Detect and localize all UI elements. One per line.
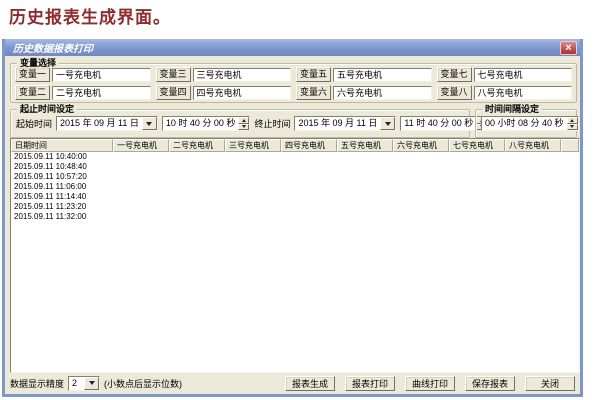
end-time-value: 11 时 40 分 00 秒 — [401, 117, 476, 130]
start-time-value: 10 时 40 分 00 秒 — [163, 117, 239, 130]
variable-8-field[interactable]: 八号充电机 — [474, 86, 572, 100]
end-time-label: 终止时间 — [254, 117, 290, 130]
table-row: 2015.09.11 11:32:00 — [11, 212, 579, 222]
variable-pair-4: 变量四 四号充电机 — [156, 85, 292, 100]
variable-2-field[interactable]: 二号充电机 — [52, 86, 150, 100]
column-header-charger-8[interactable]: 八号充电机 — [505, 139, 561, 152]
variable-7-field[interactable]: 七号充电机 — [474, 68, 572, 82]
end-date-combo[interactable]: 2015 年 09 月 11 日 — [294, 116, 396, 131]
variable-3-field[interactable]: 三号充电机 — [193, 68, 291, 82]
variable-row-2: 变量二 二号充电机 变量四 四号充电机 变量六 六号充电机 变量八 八号充电机 — [11, 85, 576, 100]
table-row: 2015.09.11 10:40:00 — [11, 152, 579, 162]
column-header-charger-1[interactable]: 一号充电机 — [113, 139, 169, 152]
variable-pair-7: 变量七 七号充电机 — [437, 67, 573, 82]
print-report-button[interactable]: 报表打印 — [345, 376, 395, 391]
variable-6-button[interactable]: 变量六 — [296, 85, 331, 100]
close-button[interactable]: 关闭 — [525, 376, 575, 391]
interval-group: 时间间隔设定 00 小时 08 分 40 秒 — [475, 109, 577, 138]
dialog-title: 历史数据报表打印 — [13, 40, 560, 55]
precision-combo[interactable]: 2 — [68, 376, 100, 391]
variable-5-button[interactable]: 变量五 — [296, 67, 331, 82]
column-header-charger-5[interactable]: 五号充电机 — [337, 139, 393, 152]
variable-1-field[interactable]: 一号充电机 — [52, 68, 150, 82]
table-row: 2015.09.11 11:06:00 — [11, 182, 579, 192]
precision-value: 2 — [69, 377, 84, 390]
table-row: 2015.09.11 10:48:40 — [11, 162, 579, 172]
end-date-value: 2015 年 09 月 11 日 — [295, 117, 380, 130]
table-row: 2015.09.11 11:14:40 — [11, 192, 579, 202]
precision-note: (小数点后显示位数) — [104, 377, 182, 390]
variable-pair-8: 变量八 八号充电机 — [437, 85, 573, 100]
chevron-down-icon[interactable] — [142, 117, 157, 130]
dialog-client-area: 变量选择 变量一 一号充电机 变量三 三号充电机 变量五 五号充电机 变量七 七… — [5, 56, 580, 394]
variable-pair-1: 变量一 一号充电机 — [15, 67, 151, 82]
start-time-label: 起始时间 — [16, 117, 52, 130]
interval-spinner[interactable]: 00 小时 08 分 40 秒 — [481, 116, 579, 131]
variable-6-field[interactable]: 六号充电机 — [333, 86, 431, 100]
generate-report-button[interactable]: 报表生成 — [285, 376, 335, 391]
start-time-spinner[interactable]: 10 时 40 分 00 秒 — [162, 116, 251, 131]
report-table: 日期时间 一号充电机 二号充电机 三号充电机 四号充电机 五号充电机 六号充电机… — [10, 138, 580, 373]
table-row: 2015.09.11 11:23:20 — [11, 202, 579, 212]
print-curve-button[interactable]: 曲线打印 — [405, 376, 455, 391]
column-header-charger-4[interactable]: 四号充电机 — [281, 139, 337, 152]
variable-pair-3: 变量三 三号充电机 — [156, 67, 292, 82]
variable-pair-6: 变量六 六号充电机 — [296, 85, 432, 100]
report-table-header: 日期时间 一号充电机 二号充电机 三号充电机 四号充电机 五号充电机 六号充电机… — [11, 139, 579, 152]
bottom-bar: 数据显示精度 2 (小数点后显示位数) 报表生成 报表打印 曲线打印 保存报表 … — [5, 374, 580, 392]
variable-pair-5: 变量五 五号充电机 — [296, 67, 432, 82]
column-header-charger-3[interactable]: 三号充电机 — [225, 139, 281, 152]
chevron-down-icon[interactable] — [84, 377, 99, 390]
variable-selection-label: 变量选择 — [17, 58, 59, 68]
history-report-dialog: 历史数据报表打印 × 变量选择 变量一 一号充电机 变量三 三号充电机 变量五 … — [2, 39, 583, 397]
spin-down-icon[interactable] — [238, 124, 249, 131]
column-header-datetime[interactable]: 日期时间 — [11, 139, 113, 152]
start-date-value: 2015 年 09 月 11 日 — [57, 117, 142, 130]
interval-value: 00 小时 08 分 40 秒 — [482, 117, 567, 130]
time-range-row: 起始时间 2015 年 09 月 11 日 10 时 40 分 00 秒 终止时… — [11, 116, 469, 131]
precision-label: 数据显示精度 — [10, 377, 64, 390]
page-heading: 、历史报表生成界面。 — [0, 3, 171, 28]
interval-row: 00 小时 08 分 40 秒 — [476, 116, 576, 131]
variable-5-field[interactable]: 五号充电机 — [333, 68, 431, 82]
variable-7-button[interactable]: 变量七 — [437, 67, 472, 82]
variable-1-button[interactable]: 变量一 — [15, 67, 50, 82]
column-header-charger-7[interactable]: 七号充电机 — [449, 139, 505, 152]
time-range-label: 起止时间设定 — [17, 104, 77, 114]
close-icon[interactable]: × — [560, 41, 577, 55]
time-range-group: 起止时间设定 起始时间 2015 年 09 月 11 日 10 时 40 分 0… — [10, 109, 470, 138]
interval-label: 时间间隔设定 — [482, 104, 542, 114]
variable-4-button[interactable]: 变量四 — [156, 85, 191, 100]
chevron-down-icon[interactable] — [380, 117, 395, 130]
spin-down-icon[interactable] — [567, 124, 578, 131]
table-row: 2015.09.11 10:57:20 — [11, 172, 579, 182]
save-report-button[interactable]: 保存报表 — [465, 376, 515, 391]
variable-pair-2: 变量二 二号充电机 — [15, 85, 151, 100]
variable-8-button[interactable]: 变量八 — [437, 85, 472, 100]
variable-3-button[interactable]: 变量三 — [156, 67, 191, 82]
column-header-charger-6[interactable]: 六号充电机 — [393, 139, 449, 152]
start-date-combo[interactable]: 2015 年 09 月 11 日 — [56, 116, 158, 131]
variable-2-button[interactable]: 变量二 — [15, 85, 50, 100]
column-header-charger-2[interactable]: 二号充电机 — [169, 139, 225, 152]
variable-4-field[interactable]: 四号充电机 — [193, 86, 291, 100]
column-header-filler — [561, 139, 579, 152]
variable-row-1: 变量一 一号充电机 变量三 三号充电机 变量五 五号充电机 变量七 七号充电机 — [11, 67, 576, 82]
variable-selection-group: 变量选择 变量一 一号充电机 变量三 三号充电机 变量五 五号充电机 变量七 七… — [10, 63, 577, 103]
title-bar[interactable]: 历史数据报表打印 × — [5, 39, 580, 56]
